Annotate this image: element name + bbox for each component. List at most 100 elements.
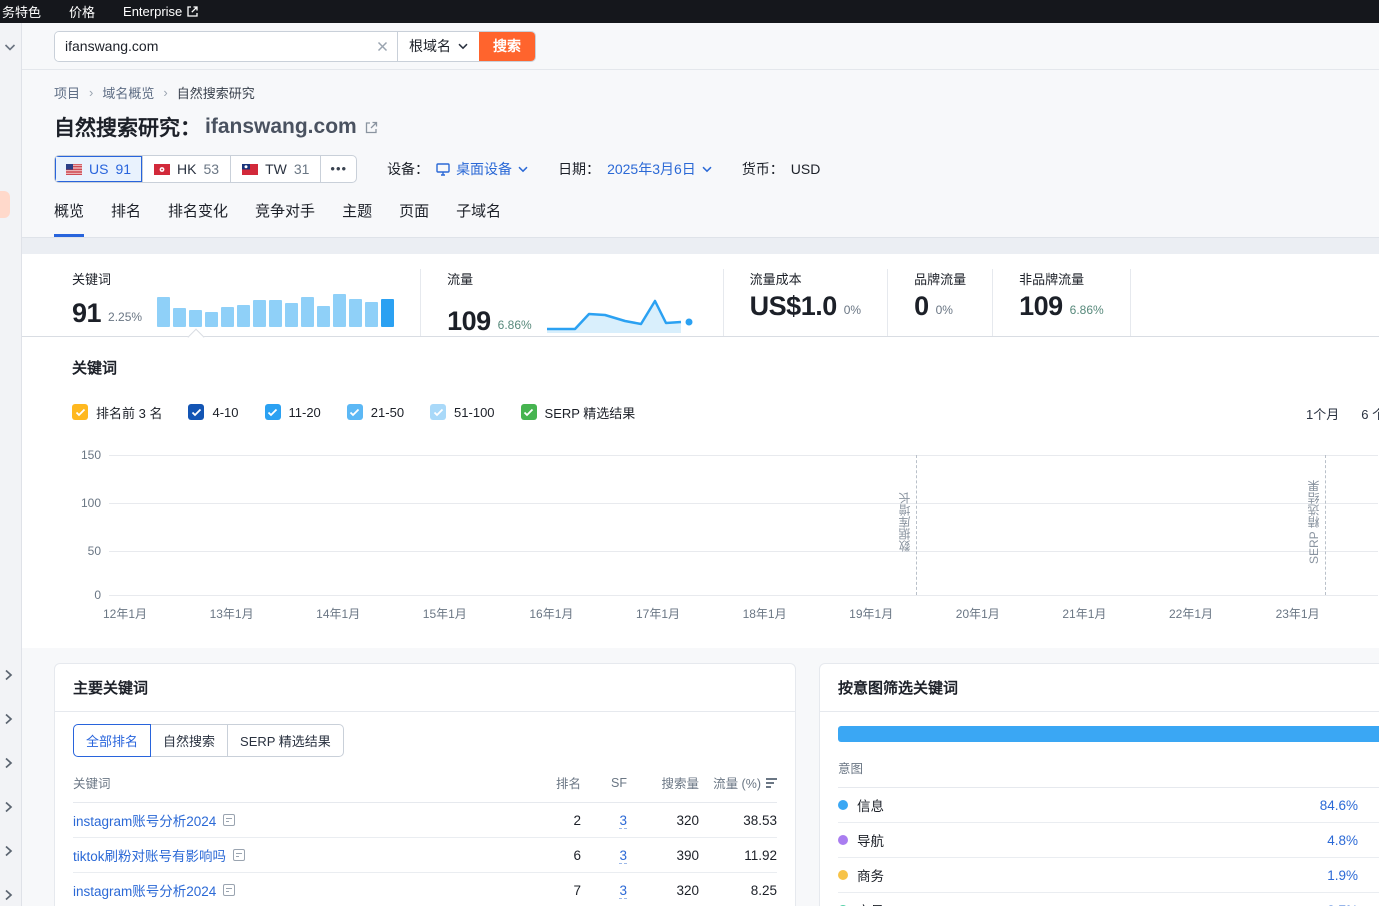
- traffic-value: 8.25: [699, 883, 777, 898]
- country-tab-tw[interactable]: TW 31: [231, 156, 320, 182]
- legend-51-100[interactable]: 51-100: [430, 404, 494, 420]
- chevron-right-icon[interactable]: [4, 713, 13, 725]
- chevron-right-icon[interactable]: [4, 757, 13, 769]
- breadcrumb: 项目 › 域名概览 › 自然搜索研究: [54, 70, 1379, 102]
- checkbox-checked-icon[interactable]: [347, 404, 363, 420]
- clear-search-icon[interactable]: [367, 32, 397, 61]
- sf-count-link[interactable]: 3: [619, 848, 627, 864]
- checkbox-checked-icon[interactable]: [188, 404, 204, 420]
- column-volume[interactable]: 搜索量: [627, 773, 699, 792]
- mini-bar: [365, 302, 378, 327]
- column-sf[interactable]: SF: [581, 776, 627, 790]
- intent-label: 导航: [857, 830, 884, 850]
- topnav-item-features[interactable]: 务特色: [2, 2, 41, 21]
- mini-bar: [381, 299, 394, 327]
- stat-nonbranded-traffic[interactable]: 非品牌流量 109 6.86%: [1019, 269, 1131, 336]
- sf-count-link[interactable]: 3: [619, 883, 627, 899]
- date-select[interactable]: 2025年3月6日: [607, 159, 712, 179]
- topnav-item-label: 价格: [69, 2, 95, 21]
- intent-percentage-link[interactable]: 4.8%: [1327, 833, 1358, 848]
- stat-keywords[interactable]: 关键词 91 2.25%: [72, 269, 421, 336]
- country-tab-hk[interactable]: HK 53: [143, 156, 231, 182]
- view-serp-features[interactable]: SERP 精选结果: [227, 724, 344, 757]
- intent-percentage-link[interactable]: 1.9%: [1327, 868, 1358, 883]
- more-countries-button[interactable]: •••: [320, 156, 356, 182]
- device-select[interactable]: 桌面设备: [436, 159, 528, 179]
- checkbox-checked-icon[interactable]: [72, 404, 88, 420]
- keyword-link[interactable]: tiktok刷粉对账号有影响吗: [73, 845, 226, 865]
- date-label: 日期：: [558, 159, 600, 179]
- serp-snapshot-icon[interactable]: [223, 814, 235, 826]
- stat-traffic-cost[interactable]: 流量成本 US$1.0 0%: [750, 269, 888, 336]
- sort-desc-icon[interactable]: [766, 778, 777, 788]
- breadcrumb-current: 自然搜索研究: [177, 83, 255, 102]
- legend-label: SERP 精选结果: [545, 403, 636, 422]
- tab-competitors[interactable]: 竞争对手: [255, 200, 315, 237]
- range-6-months[interactable]: 6 个: [1361, 404, 1379, 423]
- keywords-table-header: 关键词 排名 SF 搜索量 流量 (%): [73, 767, 777, 803]
- filter-row: US 91 HK 53 TW 31 ••• 设备：: [54, 155, 1379, 183]
- chevron-right-icon[interactable]: [4, 669, 13, 681]
- topnav-item-label: Enterprise: [123, 4, 182, 19]
- intent-distribution-bar[interactable]: [838, 726, 1379, 742]
- search-input[interactable]: [55, 32, 367, 61]
- stat-change: 2.25%: [108, 310, 142, 327]
- legend-serp-features[interactable]: SERP 精选结果: [521, 403, 636, 422]
- keyword-link[interactable]: instagram账号分析2024: [73, 810, 216, 830]
- legend-label: 排名前 3 名: [96, 403, 162, 422]
- stat-traffic[interactable]: 流量 109 6.86%: [447, 269, 724, 336]
- mini-bar: [173, 308, 186, 327]
- device-value: 桌面设备: [456, 159, 512, 179]
- external-link-icon: [187, 6, 198, 17]
- x-axis-tick: 12年1月: [103, 605, 147, 622]
- tab-subdomains[interactable]: 子域名: [456, 200, 501, 237]
- legend-top3[interactable]: 排名前 3 名: [72, 403, 162, 422]
- tab-positions[interactable]: 排名: [111, 200, 141, 237]
- legend-21-50[interactable]: 21-50: [347, 404, 404, 420]
- legend-11-20[interactable]: 11-20: [265, 404, 321, 420]
- serp-snapshot-icon[interactable]: [233, 849, 245, 861]
- tab-overview[interactable]: 概览: [54, 200, 84, 237]
- column-position[interactable]: 排名: [525, 773, 581, 792]
- serp-snapshot-icon[interactable]: [223, 884, 235, 896]
- tab-position-changes[interactable]: 排名变化: [168, 200, 228, 237]
- us-flag-icon: [66, 164, 82, 175]
- legend-4-10[interactable]: 4-10: [188, 404, 238, 420]
- chevron-right-icon[interactable]: [4, 801, 13, 813]
- column-traffic[interactable]: 流量 (%): [699, 773, 777, 792]
- chevron-right-icon[interactable]: [4, 889, 13, 901]
- external-link-icon[interactable]: [365, 121, 378, 134]
- breadcrumb-domain-overview[interactable]: 域名概览: [102, 83, 154, 102]
- checkbox-checked-icon[interactable]: [521, 404, 537, 420]
- tab-topics[interactable]: 主题: [342, 200, 372, 237]
- search-button[interactable]: 搜索: [479, 32, 535, 61]
- x-axis-tick: 15年1月: [423, 605, 467, 622]
- intent-percentage-link[interactable]: 84.6%: [1320, 798, 1358, 813]
- intent-percentage-link[interactable]: 8.7%: [1327, 903, 1358, 906]
- stat-branded-traffic[interactable]: 品牌流量 0 0%: [914, 269, 993, 336]
- checkbox-checked-icon[interactable]: [265, 404, 281, 420]
- breadcrumb-projects[interactable]: 项目: [54, 83, 80, 102]
- search-scope-select[interactable]: 根域名: [397, 32, 479, 61]
- card-title: 按意图筛选关键词: [820, 664, 1379, 712]
- topnav-item-enterprise[interactable]: Enterprise: [123, 4, 198, 19]
- chevron-down-icon[interactable]: [4, 43, 16, 52]
- view-all-positions[interactable]: 全部排名: [73, 724, 151, 757]
- keywords-trend-chart[interactable]: 150100500数据库增长SERP 精选结果: [109, 448, 1378, 596]
- view-organic[interactable]: 自然搜索: [150, 724, 228, 757]
- checkbox-checked-icon[interactable]: [430, 404, 446, 420]
- currency-value: USD: [791, 161, 821, 177]
- chevron-right-icon[interactable]: [4, 845, 13, 857]
- section-title: 关键词: [72, 357, 1379, 378]
- country-tab-us[interactable]: US 91: [55, 156, 143, 182]
- sidebar-highlighted-item[interactable]: [0, 191, 10, 218]
- keyword-link[interactable]: instagram账号分析2024: [73, 880, 216, 900]
- tab-pages[interactable]: 页面: [399, 200, 429, 237]
- topnav-item-pricing[interactable]: 价格: [69, 2, 95, 21]
- sf-count-link[interactable]: 3: [619, 813, 627, 829]
- top-navigation-bar: 务特色 价格 Enterprise: [0, 0, 1379, 23]
- country-code: HK: [177, 161, 196, 177]
- range-1-month[interactable]: 1个月: [1306, 404, 1339, 423]
- country-tabs: US 91 HK 53 TW 31 •••: [54, 155, 357, 183]
- intent-row: 交易 8.7%: [838, 893, 1379, 906]
